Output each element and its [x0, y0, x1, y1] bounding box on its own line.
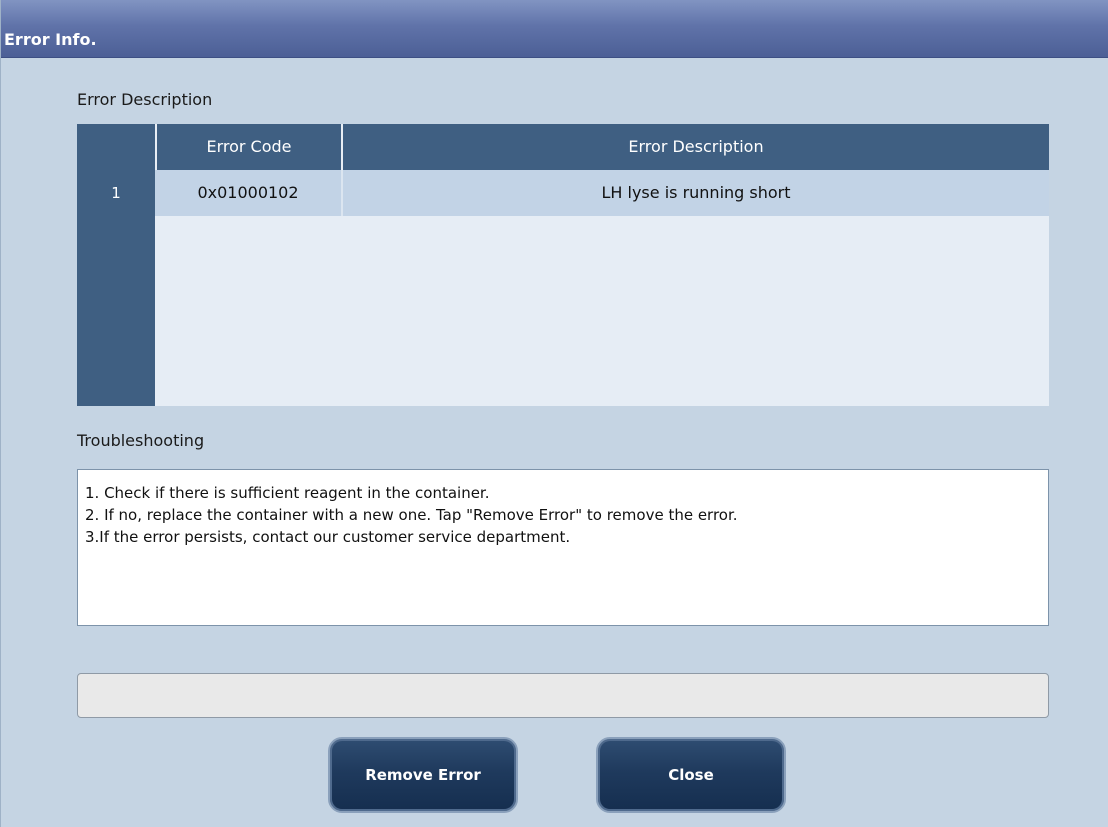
error-description-cell: LH lyse is running short: [601, 183, 791, 202]
header-error-description: Error Description: [628, 137, 764, 156]
remove-error-button[interactable]: Remove Error: [328, 737, 518, 813]
table-header: Error Code Error Description: [77, 124, 1049, 170]
error-table: Error Code Error Description 1 0x0100010…: [77, 124, 1049, 406]
error-code-cell: 0x01000102: [197, 183, 299, 202]
error-info-dialog: Error Info. Error Description Error Code…: [0, 0, 1108, 827]
status-message-bar: [77, 673, 1049, 718]
error-description-label: Error Description: [77, 90, 213, 109]
row-index: 1: [77, 170, 155, 216]
table-row[interactable]: 1 0x01000102 LH lyse is running short: [77, 170, 1049, 216]
header-error-code: Error Code: [206, 137, 292, 156]
troubleshooting-line: 2. If no, replace the container with a n…: [85, 506, 738, 524]
troubleshooting-label: Troubleshooting: [77, 431, 205, 450]
troubleshooting-line: 1. Check if there is sufficient reagent …: [85, 484, 490, 502]
close-button[interactable]: Close: [596, 737, 786, 813]
title-bar: Error Info.: [1, 0, 1108, 58]
dialog-title: Error Info.: [4, 30, 97, 49]
troubleshooting-line: 3.If the error persists, contact our cus…: [85, 528, 571, 546]
header-index: [77, 124, 155, 170]
troubleshooting-text-box[interactable]: 1. Check if there is sufficient reagent …: [77, 469, 1049, 626]
